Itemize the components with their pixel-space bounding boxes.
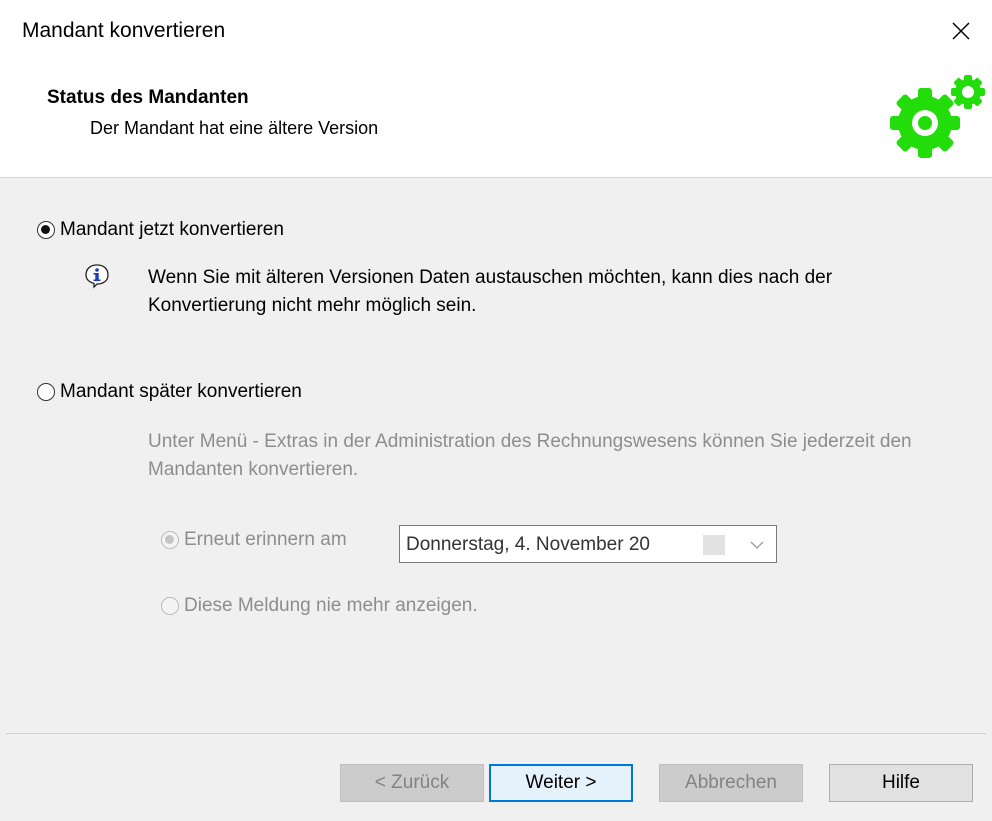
never-show-label: Diese Meldung nie mehr anzeigen. (184, 595, 478, 616)
later-description: Unter Menü - Extras in der Administratio… (148, 431, 912, 480)
window-title: Mandant konvertieren (22, 19, 226, 42)
cancel-button[interactable]: Abbrechen (659, 764, 803, 802)
convert-now-label: Mandant jetzt konvertieren (60, 219, 284, 240)
redacted-year (703, 535, 725, 555)
radio-indicator (161, 531, 179, 549)
convert-later-radio[interactable]: Mandant später konvertieren (37, 381, 302, 403)
reminder-date-picker[interactable]: Donnerstag, 4. November 20 (399, 525, 777, 563)
radio-indicator[interactable] (37, 383, 55, 401)
never-show-radio: Diese Meldung nie mehr anzeigen. (161, 595, 478, 617)
chevron-down-icon[interactable] (748, 534, 766, 554)
page-subtitle: Der Mandant hat eine ältere Version (90, 118, 379, 138)
convert-later-label: Mandant später konvertieren (60, 381, 302, 402)
help-button[interactable]: Hilfe (829, 764, 973, 802)
remind-radio: Erneut erinnern am (161, 529, 347, 551)
remind-label: Erneut erinnern am (184, 529, 347, 550)
date-value: Donnerstag, 4. November 20 (406, 534, 650, 555)
footer-divider (6, 733, 986, 734)
close-icon[interactable] (944, 14, 978, 48)
next-button[interactable]: Weiter > (489, 764, 633, 802)
convert-now-radio[interactable]: Mandant jetzt konvertieren (37, 219, 284, 241)
back-button[interactable]: < Zurück (340, 764, 484, 802)
radio-indicator (161, 597, 179, 615)
wizard-header: Status des Mandanten Der Mandant hat ein… (0, 62, 992, 178)
info-message: Wenn Sie mit älteren Versionen Daten aus… (148, 267, 833, 316)
title-bar: Mandant konvertieren (0, 0, 992, 62)
page-title: Status des Mandanten (47, 87, 249, 108)
radio-indicator[interactable] (37, 221, 55, 239)
gears-icon (890, 75, 985, 158)
info-icon (85, 264, 109, 289)
